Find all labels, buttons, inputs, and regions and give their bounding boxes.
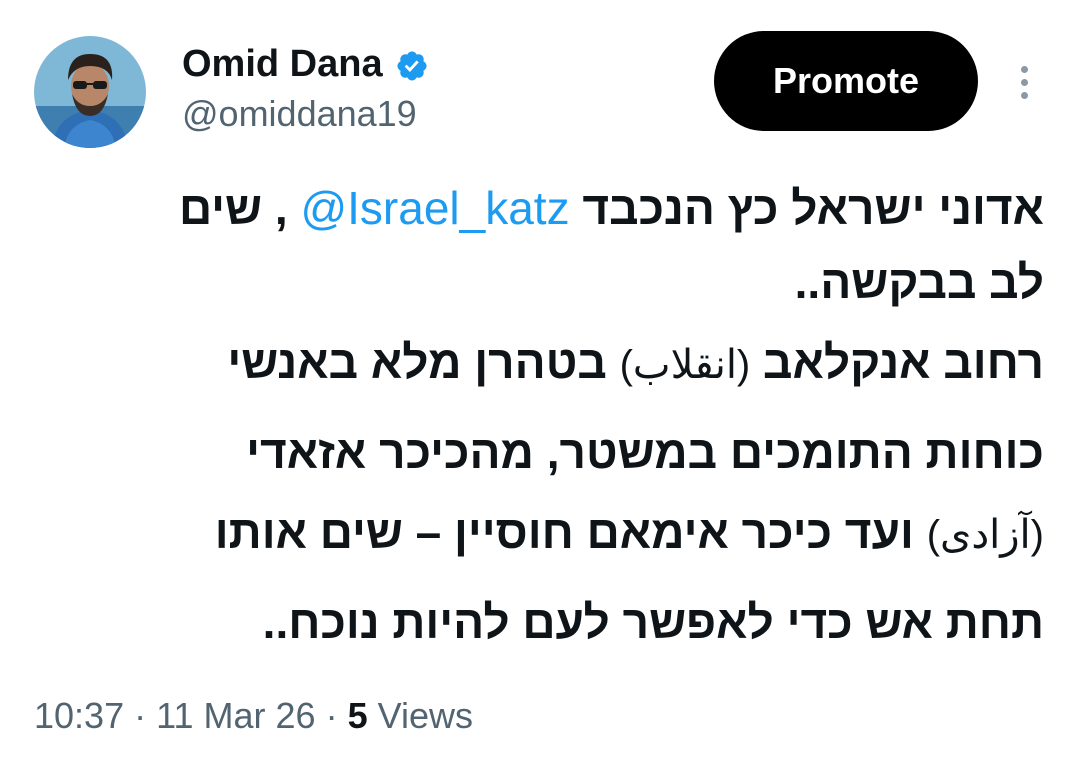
- views-label[interactable]: Views: [378, 695, 473, 736]
- tweet-text-line-2: לב בבקשה..: [794, 256, 1044, 308]
- tweet-meta: 10:37 · 11 Mar 26 · 5 Views: [34, 692, 473, 740]
- author-name-row[interactable]: Omid Dana: [182, 40, 429, 88]
- more-options-button[interactable]: [1008, 58, 1040, 106]
- separator: ·: [325, 695, 338, 736]
- tweet-text-line-5: (آزادی) ועד כיכר אימאם חוסיין – שים אותו: [214, 506, 1044, 558]
- tweet-date[interactable]: 11 Mar 26: [156, 695, 315, 736]
- vertical-ellipsis-icon: [1020, 65, 1028, 73]
- tweet-text-line-3: רחוב אנקלאב (انقلاب) בטהרן מלא באנשי: [227, 336, 1044, 388]
- tweet-time[interactable]: 10:37: [34, 695, 124, 736]
- tweet-card: Omid Dana @omiddana19 Promote אדוני ישרא…: [0, 0, 1080, 768]
- avatar[interactable]: [34, 36, 146, 148]
- author-name[interactable]: Omid Dana: [182, 40, 383, 88]
- promote-button[interactable]: Promote: [714, 31, 978, 131]
- mention-link[interactable]: @Israel_katz: [300, 182, 569, 234]
- tweet-text-line-4: כוחות התומכים במשטר, מהכיכר אזאדי: [246, 426, 1044, 478]
- views-count[interactable]: 5: [348, 695, 368, 736]
- tweet-text-line-6: תחת אש כדי לאפשר לעם להיות נוכח..: [262, 596, 1044, 648]
- separator: ·: [134, 695, 147, 736]
- profile-photo-icon: [34, 36, 146, 148]
- verified-badge-icon: [395, 47, 429, 81]
- tweet-text-line-1: אדוני ישראל כץ הנכבד @Israel_katz , שים: [178, 182, 1044, 234]
- author-handle[interactable]: @omiddana19: [182, 92, 417, 136]
